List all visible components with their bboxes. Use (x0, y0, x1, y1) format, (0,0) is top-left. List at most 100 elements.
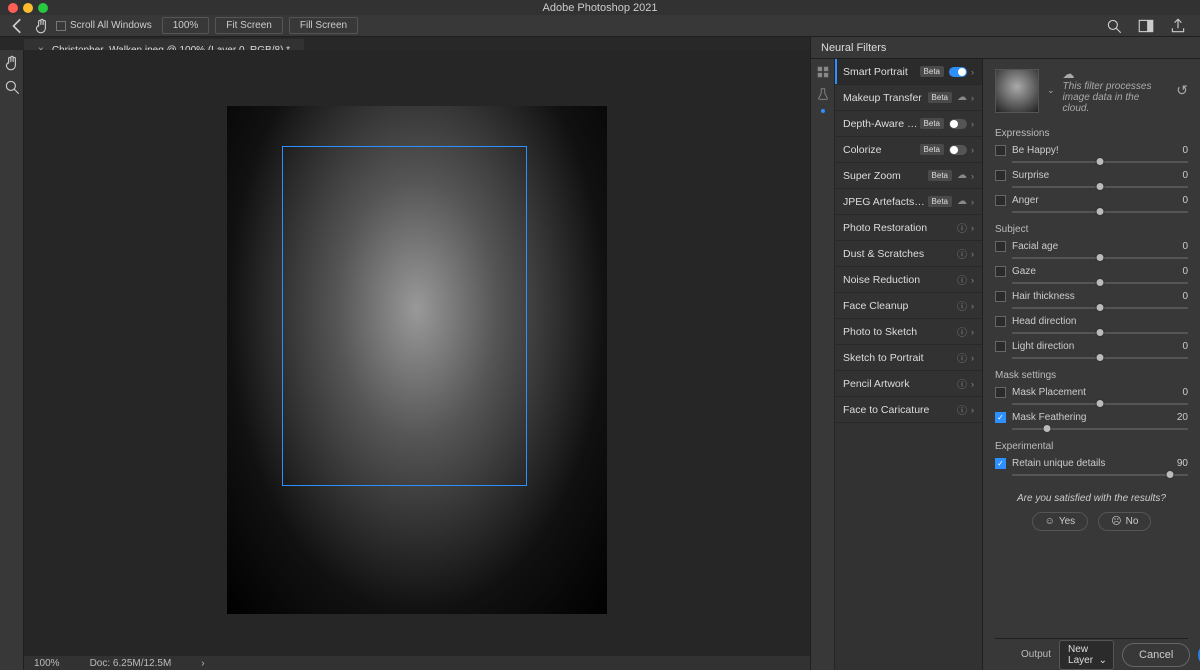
slider-checkbox[interactable] (995, 195, 1006, 206)
filter-item-depth-aware-h-[interactable]: Depth-Aware H...Beta› (835, 111, 982, 137)
slider-track[interactable] (1012, 403, 1188, 405)
slider-thumb[interactable] (1096, 303, 1105, 312)
scroll-all-windows-checkbox[interactable]: Scroll All Windows (56, 20, 152, 31)
filter-item-pencil-artwork[interactable]: Pencil Artworkⓘ› (835, 371, 982, 397)
filter-item-smart-portrait[interactable]: Smart PortraitBeta› (835, 59, 982, 85)
hand-tool-icon[interactable] (3, 54, 21, 72)
cloud-download-icon[interactable]: ☁ (957, 92, 967, 103)
minimize-window[interactable] (23, 3, 33, 13)
slider-track[interactable] (1012, 186, 1188, 188)
feedback-no-button[interactable]: ☹No (1098, 512, 1151, 531)
slider-checkbox[interactable] (995, 266, 1006, 277)
slider-thumb[interactable] (1096, 328, 1105, 337)
info-icon[interactable]: ⓘ (957, 272, 967, 287)
zoom-tool-icon[interactable] (3, 78, 21, 96)
slider-thumb[interactable] (1096, 353, 1105, 362)
filter-item-colorize[interactable]: ColorizeBeta› (835, 137, 982, 163)
share-icon[interactable] (1168, 17, 1188, 35)
close-window[interactable] (8, 3, 18, 13)
slider-track[interactable] (1012, 161, 1188, 163)
output-dropdown[interactable]: New Layer ⌄ (1059, 640, 1114, 670)
face-selection-box[interactable] (282, 146, 527, 486)
feedback-yes-button[interactable]: ☺Yes (1032, 512, 1089, 531)
filter-item-noise-reduction[interactable]: Noise Reductionⓘ› (835, 267, 982, 293)
info-icon[interactable]: ⓘ (957, 350, 967, 365)
title-bar: Adobe Photoshop 2021 (0, 0, 1200, 15)
slider-checkbox[interactable] (995, 412, 1006, 423)
slider-thumb[interactable] (1096, 278, 1105, 287)
slider-thumb[interactable] (1096, 182, 1105, 191)
filter-toggle[interactable] (949, 119, 967, 129)
filter-item-jpeg-artefacts-r-[interactable]: JPEG Artefacts R...Beta☁› (835, 189, 982, 215)
slider-checkbox[interactable] (995, 458, 1006, 469)
filter-toggle[interactable] (949, 67, 967, 77)
info-icon[interactable]: ⓘ (957, 298, 967, 313)
info-icon[interactable]: ⓘ (957, 376, 967, 391)
filter-item-makeup-transfer[interactable]: Makeup TransferBeta☁› (835, 85, 982, 111)
info-icon[interactable]: ⓘ (957, 220, 967, 235)
slider-label: Gaze (1012, 266, 1036, 277)
filter-item-face-to-caricature[interactable]: Face to Caricatureⓘ› (835, 397, 982, 423)
slider-checkbox[interactable] (995, 291, 1006, 302)
filter-item-dust-scratches[interactable]: Dust & Scratchesⓘ› (835, 241, 982, 267)
slider-track[interactable] (1012, 428, 1188, 430)
slider-thumb[interactable] (1096, 157, 1105, 166)
slider-checkbox[interactable] (995, 387, 1006, 398)
filter-name: Smart Portrait (843, 66, 920, 78)
back-button[interactable] (8, 17, 28, 35)
maximize-window[interactable] (38, 3, 48, 13)
filter-list: Smart PortraitBeta›Makeup TransferBeta☁›… (835, 59, 983, 670)
filter-item-photo-restoration[interactable]: Photo Restorationⓘ› (835, 215, 982, 241)
chevron-right-icon: › (971, 223, 974, 233)
frown-icon: ☹ (1111, 516, 1121, 527)
info-icon[interactable]: ⓘ (957, 246, 967, 261)
cloud-download-icon[interactable]: ☁ (957, 196, 967, 207)
slider-checkbox[interactable] (995, 316, 1006, 327)
search-icon[interactable] (1104, 17, 1124, 35)
info-icon[interactable]: ⓘ (957, 324, 967, 339)
slider-checkbox[interactable] (995, 241, 1006, 252)
slider-track[interactable] (1012, 257, 1188, 259)
zoom-level-button[interactable]: 100% (162, 17, 210, 34)
filter-item-photo-to-sketch[interactable]: Photo to Sketchⓘ› (835, 319, 982, 345)
category-beta-icon[interactable] (816, 87, 830, 101)
slider-thumb[interactable] (1043, 424, 1052, 433)
filter-item-face-cleanup[interactable]: Face Cleanupⓘ› (835, 293, 982, 319)
chevron-right-icon: › (971, 327, 974, 337)
filter-item-super-zoom[interactable]: Super ZoomBeta☁› (835, 163, 982, 189)
slider-value: 0 (1182, 145, 1188, 156)
slider-track[interactable] (1012, 474, 1188, 476)
slider-checkbox[interactable] (995, 341, 1006, 352)
fit-screen-button[interactable]: Fit Screen (215, 17, 283, 34)
canvas-area[interactable] (24, 50, 810, 670)
workspace-icon[interactable] (1136, 17, 1156, 35)
slider-track[interactable] (1012, 211, 1188, 213)
info-icon[interactable]: ⓘ (957, 402, 967, 417)
slider-light-direction: Light direction0 (995, 341, 1188, 359)
slider-thumb[interactable] (1096, 207, 1105, 216)
beta-badge: Beta (920, 144, 944, 155)
slider-thumb[interactable] (1096, 253, 1105, 262)
section-mask: Mask settings (995, 370, 1188, 381)
reset-icon[interactable]: ↺ (1176, 82, 1188, 99)
slider-thumb[interactable] (1166, 470, 1175, 479)
slider-track[interactable] (1012, 307, 1188, 309)
slider-track[interactable] (1012, 332, 1188, 334)
fill-screen-button[interactable]: Fill Screen (289, 17, 358, 34)
cancel-button[interactable]: Cancel (1122, 643, 1190, 667)
slider-track[interactable] (1012, 357, 1188, 359)
chevron-right-icon: › (971, 145, 974, 155)
slider-track[interactable] (1012, 282, 1188, 284)
filter-toggle[interactable] (949, 145, 967, 155)
category-all-icon[interactable] (816, 65, 830, 79)
face-dropdown-icon[interactable]: ⌄ (1047, 85, 1055, 96)
cloud-download-icon[interactable]: ☁ (957, 170, 967, 181)
slider-checkbox[interactable] (995, 145, 1006, 156)
face-preview-thumbnail[interactable] (995, 69, 1039, 113)
status-chevron-icon[interactable]: › (201, 658, 204, 669)
hand-icon[interactable] (32, 17, 52, 35)
slider-checkbox[interactable] (995, 170, 1006, 181)
slider-facial-age: Facial age0 (995, 241, 1188, 259)
slider-thumb[interactable] (1096, 399, 1105, 408)
filter-item-sketch-to-portrait[interactable]: Sketch to Portraitⓘ› (835, 345, 982, 371)
